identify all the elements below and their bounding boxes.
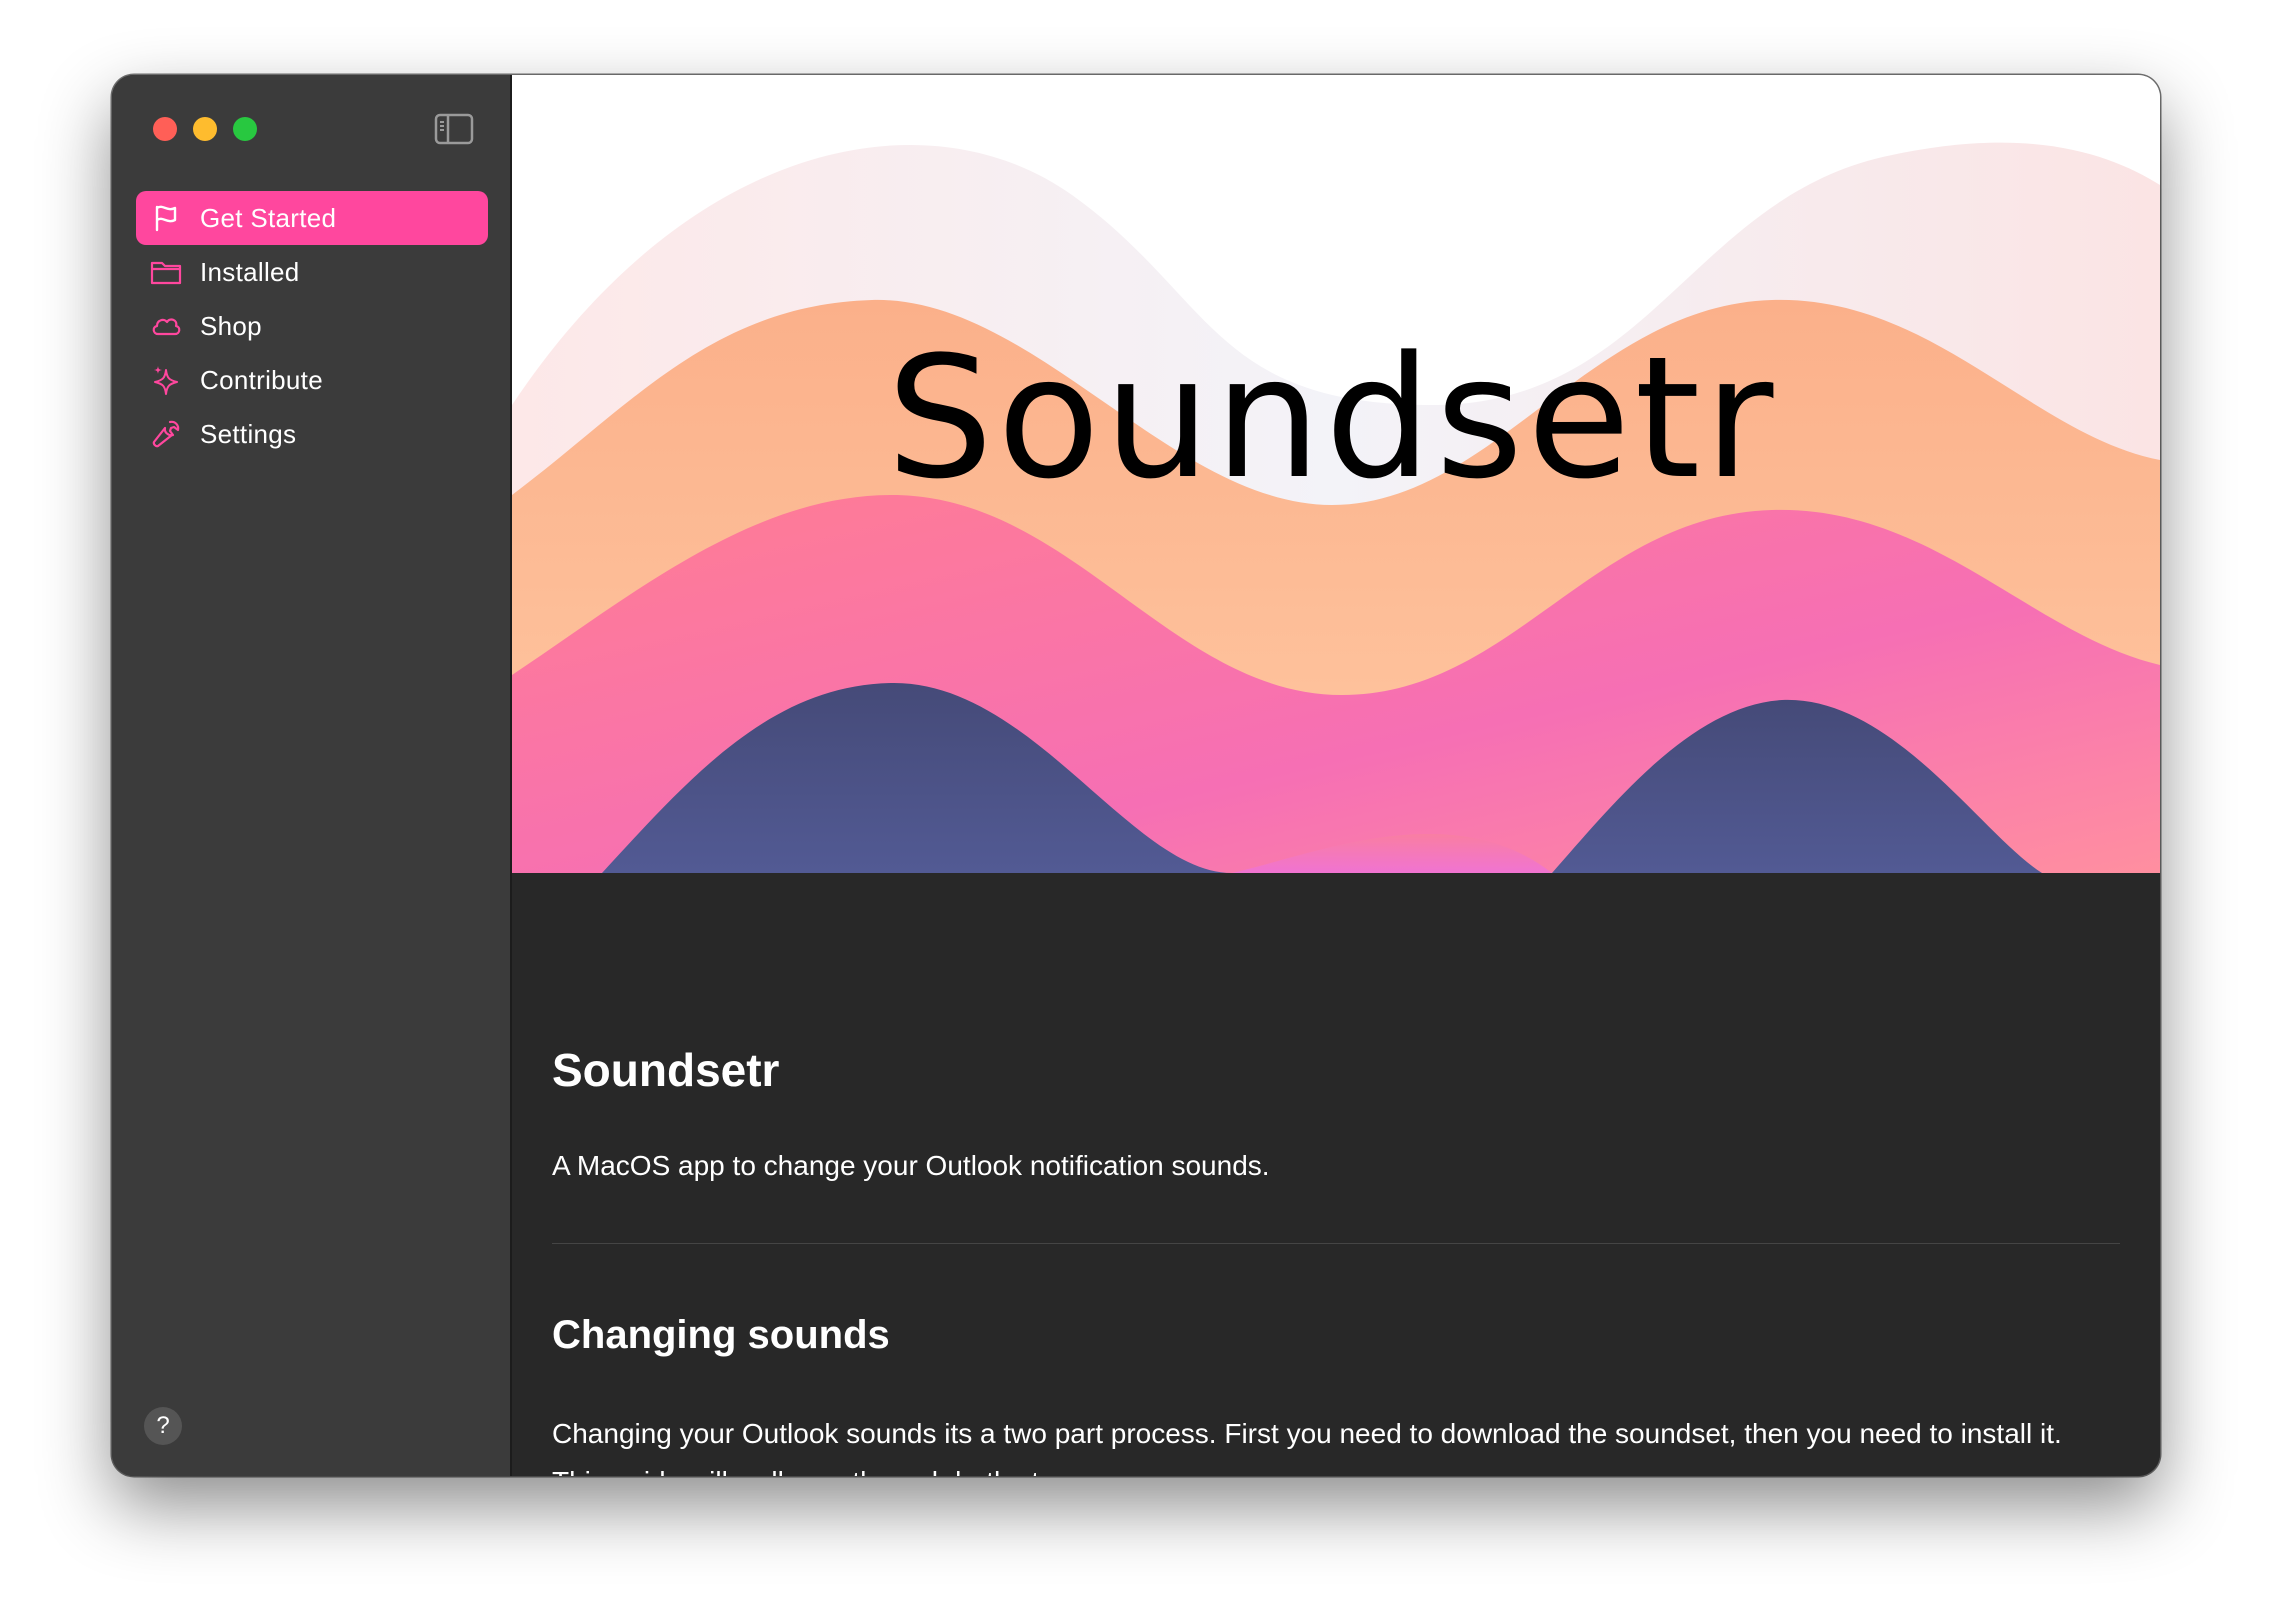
main-content: Soundsetr Soundsetr A MacOS app to chang… xyxy=(512,75,2160,1476)
sidebar-item-label: Settings xyxy=(200,418,297,449)
sidebar: Get Started Installed Shop Contribute Se… xyxy=(112,75,512,1476)
flag-icon xyxy=(150,202,182,234)
minimize-window-button[interactable] xyxy=(193,117,217,141)
section-heading: Changing sounds xyxy=(552,1313,890,1357)
sparkles-icon xyxy=(150,364,182,396)
app-window: Get Started Installed Shop Contribute Se… xyxy=(112,75,2160,1476)
sidebar-item-settings[interactable]: Settings xyxy=(136,407,488,461)
sidebar-item-shop[interactable]: Shop xyxy=(136,299,488,353)
wrench-icon xyxy=(150,418,182,450)
sidebar-item-label: Installed xyxy=(200,256,300,287)
sidebar-item-contribute[interactable]: Contribute xyxy=(136,353,488,407)
section-text: Changing your Outlook sounds its a two p… xyxy=(552,1418,2062,1476)
sidebar-item-label: Contribute xyxy=(200,364,323,395)
close-window-button[interactable] xyxy=(153,117,177,141)
hero-title: Soundsetr xyxy=(886,320,1778,516)
intro-text: A MacOS app to change your Outlook notif… xyxy=(552,1150,1270,1181)
page-title: Soundsetr xyxy=(552,1044,780,1096)
sidebar-toggle-icon[interactable] xyxy=(434,113,474,145)
hero-banner: Soundsetr xyxy=(512,75,2160,873)
sidebar-item-label: Get Started xyxy=(200,202,337,233)
folder-icon xyxy=(150,256,182,288)
sidebar-nav: Get Started Installed Shop Contribute Se… xyxy=(136,191,488,461)
zoom-window-button[interactable] xyxy=(233,117,257,141)
cloud-icon xyxy=(150,310,182,342)
sidebar-item-get-started[interactable]: Get Started xyxy=(136,191,488,245)
divider xyxy=(552,1243,2120,1244)
sidebar-item-installed[interactable]: Installed xyxy=(136,245,488,299)
sidebar-item-label: Shop xyxy=(200,310,262,341)
help-button[interactable]: ? xyxy=(144,1407,182,1445)
